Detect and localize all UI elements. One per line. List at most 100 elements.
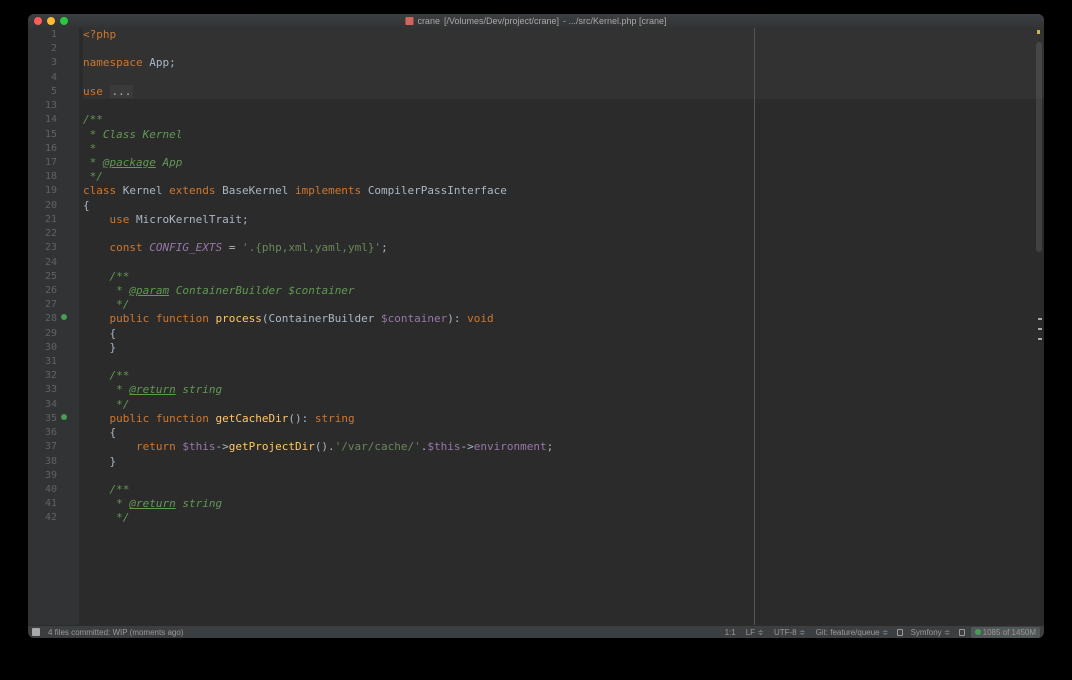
vcs-icon[interactable] xyxy=(32,628,40,636)
line-number[interactable]: 3 xyxy=(28,56,57,70)
line-number[interactable]: 28 xyxy=(28,312,57,326)
line-number[interactable]: 22 xyxy=(28,227,57,241)
line-number[interactable]: 21 xyxy=(28,213,57,227)
line-number[interactable]: 39 xyxy=(28,469,57,483)
encoding[interactable]: UTF-8 ≑ xyxy=(772,628,808,637)
code-line[interactable]: use ... xyxy=(83,85,1044,99)
line-number[interactable]: 35 xyxy=(28,412,57,426)
git-branch[interactable]: Git: feature/queue ≑ xyxy=(814,628,891,637)
code-line[interactable] xyxy=(83,355,1044,369)
override-marker-icon[interactable] xyxy=(61,414,67,420)
code-line[interactable] xyxy=(83,99,1044,113)
code-line[interactable]: use MicroKernelTrait; xyxy=(83,213,1044,227)
line-number[interactable]: 32 xyxy=(28,369,57,383)
code-line[interactable] xyxy=(83,42,1044,56)
line-number[interactable]: 41 xyxy=(28,497,57,511)
code-line[interactable]: * xyxy=(83,142,1044,156)
code-line[interactable]: */ xyxy=(83,298,1044,312)
code-line[interactable]: * @return string xyxy=(83,497,1044,511)
code-line[interactable]: return $this->getProjectDir().'/var/cach… xyxy=(83,440,1044,454)
line-number[interactable]: 17 xyxy=(28,156,57,170)
line-number[interactable]: 40 xyxy=(28,483,57,497)
line-number[interactable]: 24 xyxy=(28,256,57,270)
code-line[interactable]: * @param ContainerBuilder $container xyxy=(83,284,1044,298)
line-number[interactable]: 5 xyxy=(28,85,57,99)
code-line[interactable]: public function process(ContainerBuilder… xyxy=(83,312,1044,326)
line-number[interactable]: 27 xyxy=(28,298,57,312)
code-line[interactable] xyxy=(83,71,1044,85)
code-line[interactable] xyxy=(83,469,1044,483)
code-line[interactable]: /** xyxy=(83,270,1044,284)
line-number[interactable]: 30 xyxy=(28,341,57,355)
code-line[interactable]: /** xyxy=(83,483,1044,497)
code-line[interactable]: const CONFIG_EXTS = '.{php,xml,yaml,yml}… xyxy=(83,241,1044,255)
code-line[interactable]: */ xyxy=(83,170,1044,184)
code-line[interactable]: * @return string xyxy=(83,383,1044,397)
code-line[interactable]: { xyxy=(83,327,1044,341)
title-project: crane xyxy=(417,16,440,26)
line-number[interactable]: 26 xyxy=(28,284,57,298)
maximize-icon[interactable] xyxy=(60,17,68,25)
line-number[interactable]: 42 xyxy=(28,511,57,525)
line-number[interactable]: 15 xyxy=(28,128,57,142)
code-line[interactable]: } xyxy=(83,455,1044,469)
code-line[interactable]: } xyxy=(83,341,1044,355)
line-number[interactable]: 4 xyxy=(28,71,57,85)
line-number[interactable]: 1 xyxy=(28,28,57,42)
scroll-track[interactable] xyxy=(1034,28,1044,625)
code-line[interactable]: /** xyxy=(83,369,1044,383)
code-line[interactable]: public function getCacheDir(): string xyxy=(83,412,1044,426)
line-number[interactable]: 31 xyxy=(28,355,57,369)
title-path: [/Volumes/Dev/project/crane] xyxy=(444,16,559,26)
titlebar[interactable]: crane [/Volumes/Dev/project/crane] - ...… xyxy=(28,14,1044,28)
line-number[interactable]: 2 xyxy=(28,42,57,56)
code-line[interactable]: namespace App; xyxy=(83,56,1044,70)
close-icon[interactable] xyxy=(34,17,42,25)
line-number[interactable]: 13 xyxy=(28,99,57,113)
scroll-mark[interactable] xyxy=(1038,338,1042,340)
code-line[interactable]: */ xyxy=(83,511,1044,525)
lock-icon[interactable] xyxy=(897,629,903,636)
line-number[interactable]: 37 xyxy=(28,440,57,454)
code-line[interactable]: */ xyxy=(83,398,1044,412)
line-number[interactable]: 19 xyxy=(28,184,57,198)
line-number[interactable]: 33 xyxy=(28,383,57,397)
readonly-icon[interactable] xyxy=(959,629,965,636)
line-number[interactable]: 20 xyxy=(28,199,57,213)
code-line[interactable]: { xyxy=(83,199,1044,213)
line-number[interactable]: 23 xyxy=(28,241,57,255)
scroll-mark[interactable] xyxy=(1038,328,1042,330)
line-number[interactable]: 34 xyxy=(28,398,57,412)
code-line[interactable] xyxy=(83,227,1044,241)
context-switch[interactable]: Symfony ≑ xyxy=(909,628,953,637)
line-number[interactable]: 18 xyxy=(28,170,57,184)
caret-position[interactable]: 1:1 xyxy=(723,628,738,637)
code-line[interactable]: { xyxy=(83,426,1044,440)
editor-splitter[interactable] xyxy=(754,28,755,625)
editor-area[interactable]: 1234513141516171819202122232425262728293… xyxy=(28,28,1044,625)
line-number[interactable]: 36 xyxy=(28,426,57,440)
scroll-mark[interactable] xyxy=(1038,318,1042,320)
window-traffic-lights[interactable] xyxy=(34,17,68,25)
fold-gutter[interactable] xyxy=(67,28,79,625)
code-line[interactable]: class Kernel extends BaseKernel implemen… xyxy=(83,184,1044,198)
code-editor[interactable]: <?php namespace App; use ... /** * Class Ke… xyxy=(79,28,1044,625)
line-gutter[interactable]: 1234513141516171819202122232425262728293… xyxy=(28,28,67,625)
code-line[interactable] xyxy=(83,256,1044,270)
window-title: crane [/Volumes/Dev/project/crane] - ...… xyxy=(405,16,666,26)
code-line[interactable]: * Class Kernel xyxy=(83,128,1044,142)
code-line[interactable]: /** xyxy=(83,113,1044,127)
line-ending[interactable]: LF ≑ xyxy=(744,628,766,637)
override-marker-icon[interactable] xyxy=(61,314,67,320)
code-line[interactable]: * @package App xyxy=(83,156,1044,170)
minimize-icon[interactable] xyxy=(47,17,55,25)
line-number[interactable]: 14 xyxy=(28,113,57,127)
scroll-thumb[interactable] xyxy=(1036,42,1042,252)
memory-indicator[interactable]: 1085 of 1450M xyxy=(971,627,1040,638)
line-number[interactable]: 38 xyxy=(28,455,57,469)
vcs-status[interactable]: 4 files committed: WIP (moments ago) xyxy=(46,628,185,637)
line-number[interactable]: 25 xyxy=(28,270,57,284)
line-number[interactable]: 29 xyxy=(28,327,57,341)
code-line[interactable]: <?php xyxy=(83,28,1044,42)
line-number[interactable]: 16 xyxy=(28,142,57,156)
